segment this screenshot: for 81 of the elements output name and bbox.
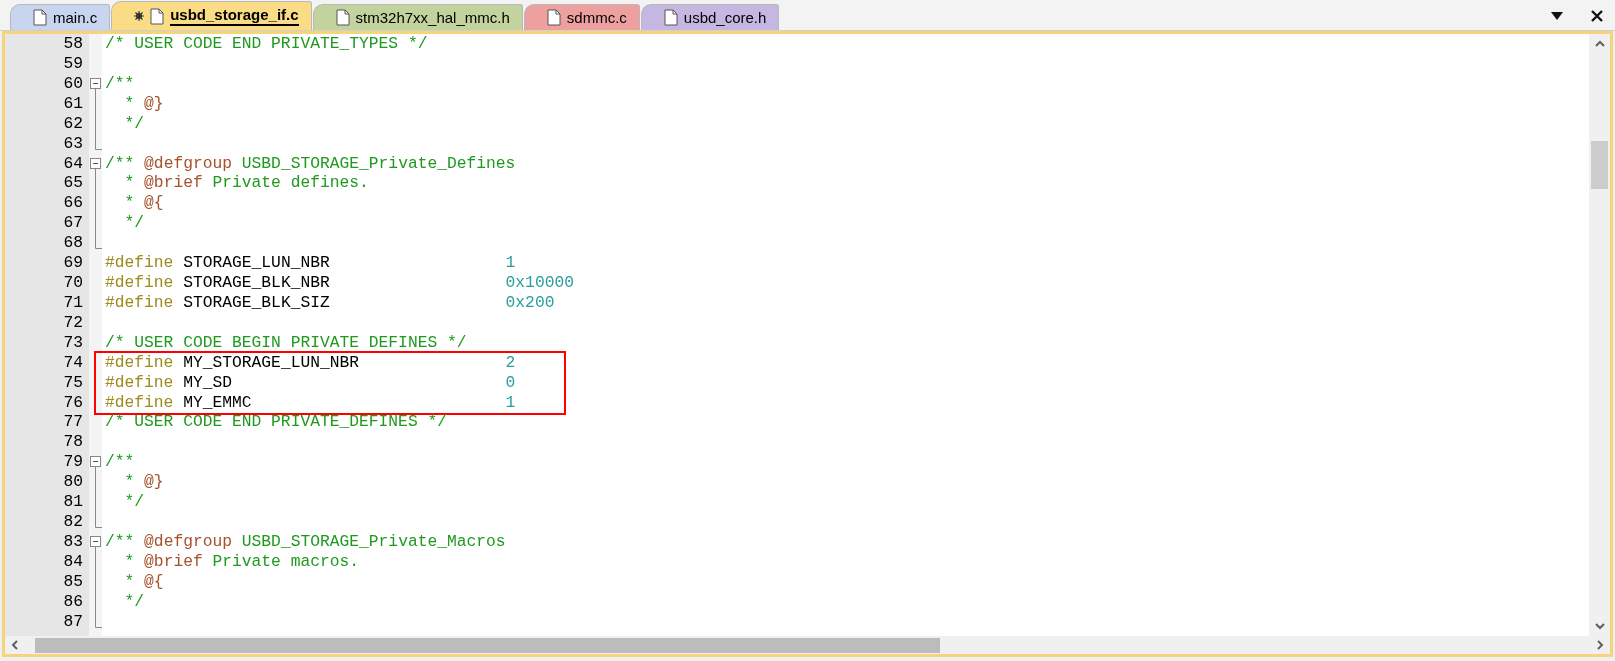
macro-name: MY_STORAGE_LUN_NBR [183, 352, 361, 373]
macro-name: STORAGE_BLK_NBR [183, 273, 331, 294]
preprocessor-keyword: #define [105, 352, 174, 373]
code-text: /** @defgroup USBD_STORAGE_Private_Defines [105, 153, 516, 173]
line-number: 76 [63, 392, 83, 413]
line-number: 87 [63, 611, 83, 632]
line-number: 62 [63, 113, 83, 134]
macro-value: 1 [505, 392, 516, 413]
line-number: 83 [63, 532, 83, 552]
line-number: 80 [63, 472, 83, 493]
line-number: 81 [63, 492, 83, 513]
line-number: 61 [63, 93, 83, 114]
macro-name: STORAGE_BLK_SIZ [183, 292, 331, 313]
code-text: /* USER CODE BEGIN PRIVATE DEFINES */ [105, 332, 467, 352]
line-number: 75 [63, 372, 83, 393]
macro-name: MY_EMMC [183, 392, 253, 413]
line-number: 85 [63, 571, 83, 592]
line-number: 60 [63, 73, 83, 94]
line-number: 84 [63, 551, 83, 572]
file-tab[interactable]: usbd_storage_if.c [111, 1, 312, 30]
code-text: /** [105, 73, 135, 93]
line-number: 78 [63, 432, 83, 453]
file-tab[interactable]: usbd_core.h [640, 4, 780, 30]
preprocessor-keyword: #define [105, 392, 174, 413]
dropdown-icon[interactable] [1551, 11, 1563, 20]
code-text: /** [105, 452, 135, 472]
line-number: 82 [63, 512, 83, 533]
code-text: */ [123, 591, 145, 611]
line-number: 63 [63, 133, 83, 154]
preprocessor-keyword: #define [105, 292, 174, 313]
preprocessor-keyword: #define [105, 253, 174, 274]
document-icon [150, 7, 165, 25]
document-icon [335, 9, 350, 26]
macro-value: 1 [505, 253, 516, 274]
preprocessor-keyword: #define [105, 273, 174, 294]
code-text: /* USER CODE END PRIVATE_DEFINES */ [105, 412, 447, 432]
document-icon [33, 9, 47, 26]
code-text: * @{ [123, 571, 164, 591]
horizontal-scrollbar[interactable] [5, 636, 1610, 654]
file-tab[interactable]: stm32h7xx_hal_mmc.h [312, 4, 523, 30]
vertical-scrollbar[interactable] [1589, 34, 1610, 636]
code-text: * @brief Private macros. [123, 551, 360, 571]
code-text: */ [123, 113, 145, 133]
line-number: 79 [63, 452, 83, 473]
line-number: 73 [63, 332, 83, 353]
line-number: 77 [63, 412, 83, 433]
macro-value: 2 [505, 352, 516, 373]
line-number: 71 [63, 292, 83, 313]
line-number: 69 [63, 253, 83, 274]
code-text: * @} [123, 472, 164, 492]
scrollbar-thumb[interactable] [35, 637, 940, 653]
macro-value: 0x200 [505, 292, 555, 313]
line-number: 66 [63, 193, 83, 214]
document-icon [663, 9, 678, 26]
line-number: 59 [63, 53, 83, 74]
file-tab[interactable]: sdmmc.c [523, 4, 640, 30]
macro-value: 0 [505, 372, 516, 393]
code-text: * @} [123, 93, 164, 113]
code-text: */ [123, 213, 145, 233]
preprocessor-keyword: #define [105, 372, 174, 393]
document-icon [546, 9, 561, 26]
line-number: 64 [63, 153, 83, 174]
line-number: 72 [63, 312, 83, 333]
line-number: 68 [63, 233, 83, 254]
file-tab[interactable]: main.c [10, 4, 111, 30]
macro-name: MY_SD [183, 372, 234, 393]
line-number: 67 [63, 213, 83, 234]
line-number: 65 [63, 173, 83, 194]
code-text: /** @defgroup USBD_STORAGE_Private_Macros [105, 532, 506, 551]
macro-name: STORAGE_LUN_NBR [183, 253, 331, 274]
line-number: 86 [63, 591, 83, 612]
code-text: /* USER CODE END PRIVATE_TYPES */ [105, 34, 428, 53]
code-text: */ [123, 492, 145, 512]
code-text: * @{ [123, 193, 164, 213]
code-text: * @brief Private defines. [123, 173, 369, 193]
line-number: 58 [63, 34, 83, 54]
close-icon[interactable] [1591, 9, 1603, 22]
line-number: 70 [63, 273, 83, 294]
macro-value: 0x10000 [505, 273, 574, 294]
scrollbar-thumb[interactable] [1591, 141, 1608, 189]
line-number: 74 [63, 352, 83, 373]
